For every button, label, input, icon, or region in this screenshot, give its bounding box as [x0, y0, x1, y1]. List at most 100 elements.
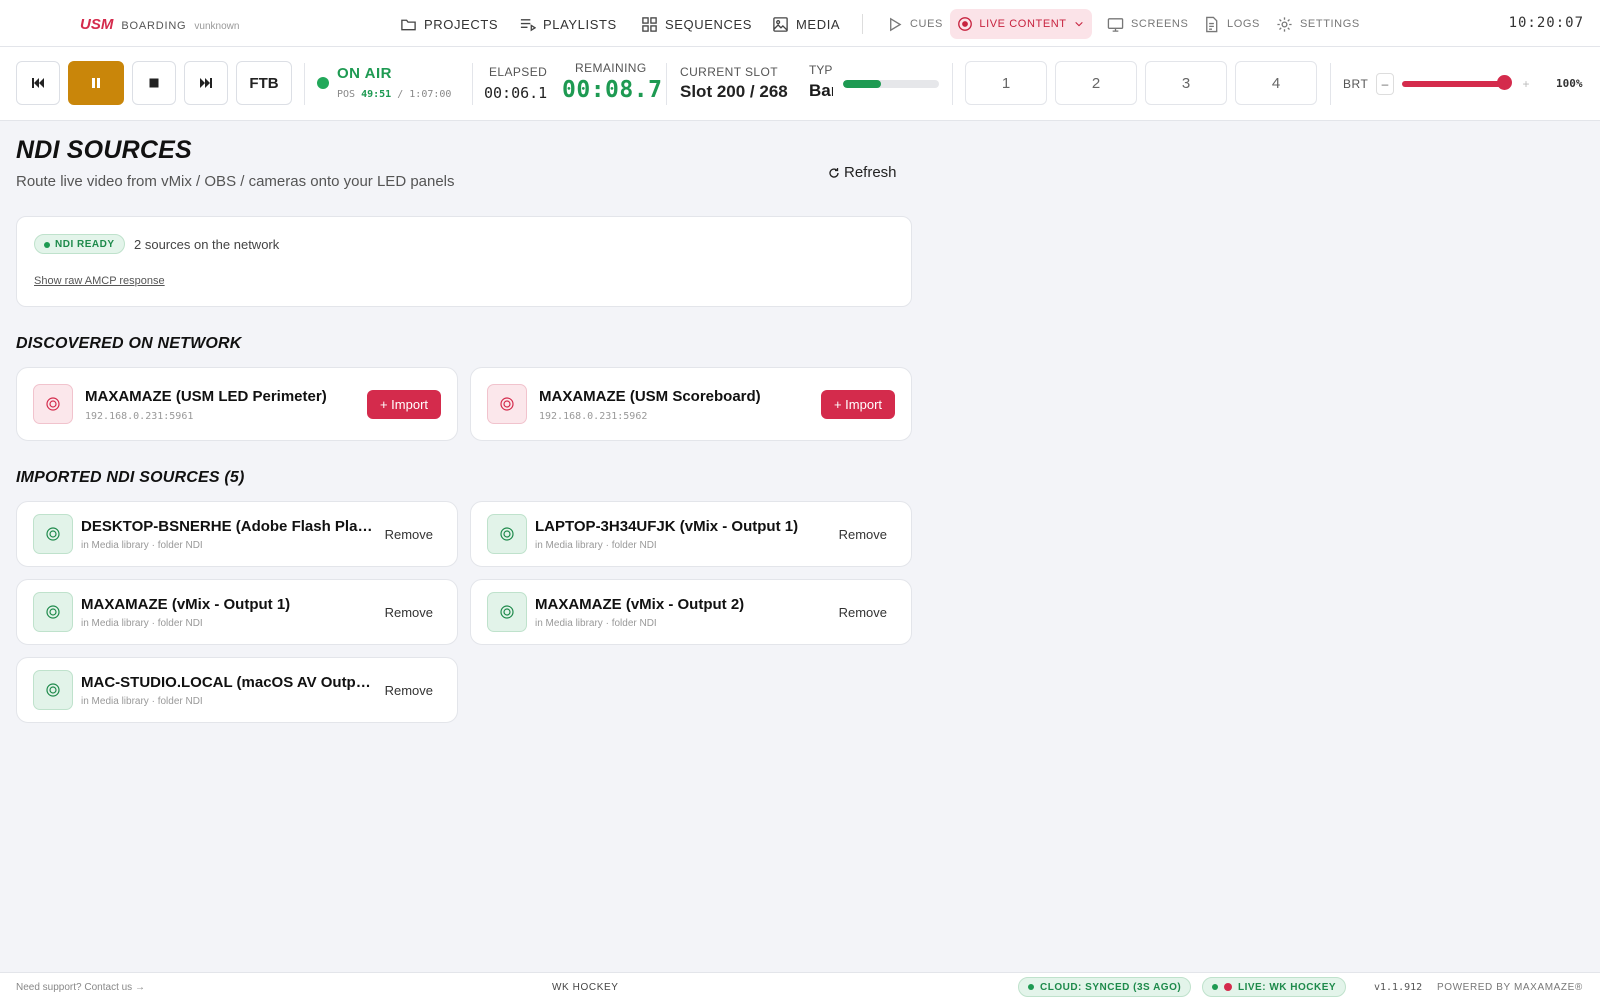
broadcast-icon — [500, 527, 514, 541]
preset-button-4[interactable]: 4 — [1235, 61, 1317, 105]
remaining-label: REMAINING — [575, 61, 647, 75]
remove-button[interactable]: Remove — [385, 683, 433, 698]
brightness-increase-button[interactable]: + — [1518, 73, 1534, 95]
show-raw-response-link[interactable]: Show raw AMCP response — [34, 275, 165, 287]
broadcast-icon — [46, 397, 60, 411]
next-button[interactable] — [184, 61, 228, 105]
transport-bar: FTB ON AIR POS 49:51 / 1:07:00 ELAPSED 0… — [0, 47, 1600, 121]
type-column: TYPE Banner — [809, 63, 833, 107]
refresh-label: Refresh — [844, 164, 897, 181]
source-icon-wrap — [487, 514, 527, 554]
monitor-icon — [1107, 17, 1124, 32]
remove-button[interactable]: Remove — [839, 605, 887, 620]
stop-button[interactable] — [132, 61, 176, 105]
gear-icon — [1277, 16, 1292, 32]
sources-count: 2 sources on the network — [134, 237, 280, 252]
source-name: DESKTOP-BSNERHE (Adobe Flash Player) — [81, 518, 373, 535]
remove-button[interactable]: Remove — [385, 527, 433, 542]
refresh-icon — [829, 167, 839, 178]
app-version: v1.1.912 — [1374, 982, 1423, 993]
live-status-badge: LIVE: WK HOCKEY — [1202, 977, 1347, 997]
image-icon — [773, 16, 788, 32]
source-name: MAXAMAZE (vMix - Output 2) — [535, 596, 745, 613]
cloud-sync-label: CLOUD: SYNCED (3S AGO) — [1040, 981, 1182, 993]
page-subtitle: Route live video from vMix / OBS / camer… — [16, 173, 455, 190]
nav-playlists[interactable]: PLAYLISTS — [519, 12, 617, 36]
nav-sequences[interactable]: SEQUENCES — [641, 12, 752, 36]
preset-button-3[interactable]: 3 — [1145, 61, 1227, 105]
nav-live-content[interactable]: LIVE CONTENT — [950, 9, 1092, 39]
source-meta: in Media library · folder NDI — [81, 696, 203, 707]
nav-logs[interactable]: LOGS — [1203, 12, 1260, 36]
source-name: MAXAMAZE (USM LED Perimeter) — [85, 388, 327, 405]
nav-live-content-label: LIVE CONTENT — [979, 18, 1067, 30]
nav-projects-label: PROJECTS — [424, 16, 499, 32]
source-icon-wrap — [33, 670, 73, 710]
import-button[interactable]: + Import — [367, 390, 441, 419]
nav-screens[interactable]: SCREENS — [1107, 12, 1188, 36]
preset-button-1[interactable]: 1 — [965, 61, 1047, 105]
on-air-indicator — [317, 77, 329, 89]
brightness-decrease-button[interactable]: – — [1376, 73, 1394, 95]
source-meta: in Media library · folder NDI — [535, 540, 657, 551]
preset-button-2[interactable]: 2 — [1055, 61, 1137, 105]
source-meta: in Media library · folder NDI — [535, 618, 657, 629]
source-name: MAC-STUDIO.LOCAL (macOS AV Output) — [81, 674, 373, 691]
broadcast-icon — [46, 605, 60, 619]
folder-icon — [401, 19, 416, 30]
play-icon — [890, 17, 902, 31]
skip-forward-icon — [200, 78, 212, 88]
nav-cues[interactable]: CUES — [886, 12, 943, 36]
broadcast-icon — [46, 683, 60, 697]
import-button[interactable]: + Import — [821, 390, 895, 419]
discovered-source-card: MAXAMAZE (USM LED Perimeter) 192.168.0.2… — [16, 367, 458, 441]
nav-media-label: MEDIA — [796, 16, 841, 32]
stop-icon — [149, 78, 159, 88]
footer: Need support? Contact us → WK HOCKEY CLO… — [0, 972, 1600, 1000]
source-meta: in Media library · folder NDI — [81, 618, 203, 629]
source-name: MAXAMAZE (USM Scoreboard) — [539, 388, 761, 405]
nav-screens-label: SCREENS — [1131, 18, 1189, 30]
source-address: 192.168.0.231:5962 — [539, 411, 648, 422]
nav-cues-label: CUES — [910, 18, 943, 30]
remove-button[interactable]: Remove — [839, 527, 887, 542]
top-nav: USM BOARDING vunknown PROJECTS PLAYLISTS… — [0, 0, 1600, 47]
remove-button[interactable]: Remove — [385, 605, 433, 620]
refresh-button[interactable]: Refresh — [828, 164, 897, 181]
divider — [472, 63, 473, 105]
nav-divider — [862, 14, 863, 34]
brightness-slider[interactable] — [1402, 81, 1505, 87]
nav-media[interactable]: MEDIA — [772, 12, 840, 36]
brightness-slider-handle[interactable] — [1497, 75, 1512, 90]
broadcast-icon — [500, 397, 514, 411]
divider — [666, 63, 667, 105]
slot-progress-fill — [843, 80, 882, 88]
nav-settings[interactable]: SETTINGS — [1276, 12, 1360, 36]
brightness-value: 100% — [1556, 77, 1583, 90]
position-label: POS — [337, 89, 356, 100]
previous-button[interactable] — [16, 61, 60, 105]
type-label: TYPE — [809, 63, 833, 77]
position-readout: POS 49:51 / 1:07:00 — [337, 89, 451, 100]
pause-button[interactable] — [68, 61, 124, 105]
status-dot — [1212, 984, 1218, 990]
nav-projects[interactable]: PROJECTS — [400, 12, 498, 36]
imported-source-card: LAPTOP-3H34UFJK (vMix - Output 1) in Med… — [470, 501, 912, 567]
broadcast-icon — [500, 605, 514, 619]
brand-logo: USM — [80, 16, 114, 33]
source-meta: in Media library · folder NDI — [81, 540, 203, 551]
fade-to-black-button[interactable]: FTB — [236, 61, 292, 105]
position-value: 49:51 — [361, 89, 392, 100]
nav-logs-label: LOGS — [1227, 18, 1260, 30]
imported-source-card: MAC-STUDIO.LOCAL (macOS AV Output) in Me… — [16, 657, 458, 723]
source-address: 192.168.0.231:5961 — [85, 411, 194, 422]
slot-progress-bar — [843, 80, 939, 88]
source-icon-wrap — [33, 384, 73, 424]
brightness-label: BRT — [1343, 77, 1369, 91]
support-link[interactable]: Need support? Contact us → — [16, 982, 145, 993]
brand-user: vunknown — [194, 21, 240, 32]
record-icon — [958, 17, 973, 31]
brand[interactable]: USM BOARDING vunknown — [80, 16, 239, 33]
live-dot — [1224, 983, 1232, 991]
status-dot — [1028, 984, 1034, 990]
